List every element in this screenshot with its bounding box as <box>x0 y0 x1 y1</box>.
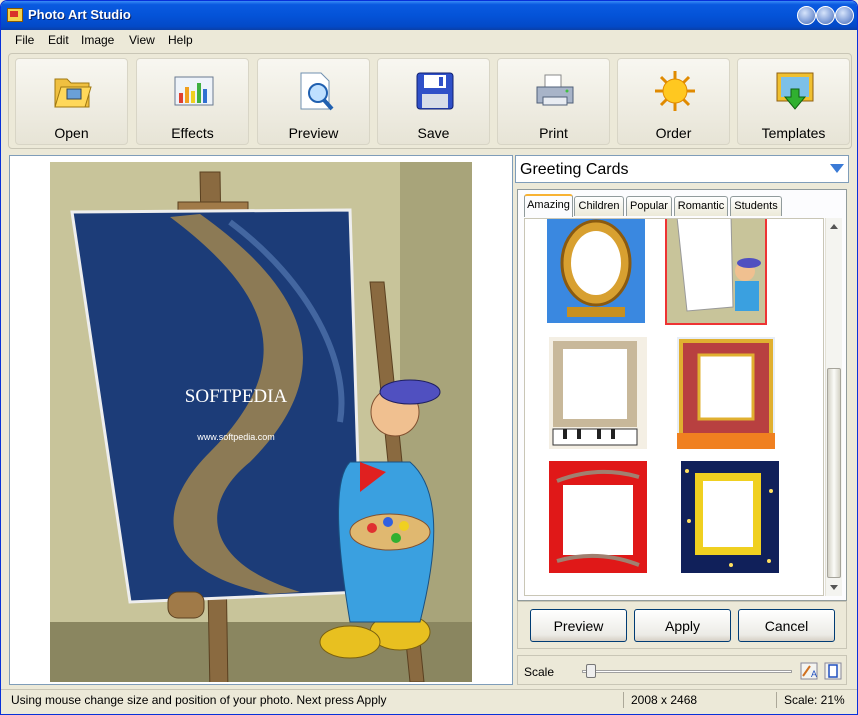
piano-frame-thumbnail <box>549 337 647 449</box>
action-buttons: Preview Apply Cancel <box>517 601 847 649</box>
templates-panel: Greeting Cards Amazing Children Popular … <box>515 155 851 687</box>
order-label: Order <box>655 125 692 141</box>
scale-slider-track[interactable] <box>582 670 792 673</box>
order-button[interactable]: Order <box>617 58 730 145</box>
photo-composition[interactable]: SOFTPEDIA www.softpedia.com <box>50 162 472 682</box>
preview-toolbar-button[interactable]: Preview <box>257 58 370 145</box>
maximize-button[interactable] <box>816 6 835 25</box>
template-thumbnail[interactable] <box>547 219 645 323</box>
template-thumbnail[interactable] <box>677 337 775 449</box>
save-button[interactable]: Save <box>377 58 490 145</box>
tab-popular[interactable]: Popular <box>626 196 672 216</box>
templates-label: Templates <box>761 125 826 141</box>
menu-image[interactable]: Image <box>81 33 114 47</box>
title-bar[interactable]: Photo Art Studio <box>1 1 857 30</box>
main-toolbar: Open Effects Preview Save Print Order Te… <box>8 53 852 149</box>
menu-view[interactable]: View <box>129 33 155 47</box>
tab-romantic[interactable]: Romantic <box>674 196 728 216</box>
template-thumbnail[interactable] <box>549 337 647 449</box>
app-window: Photo Art Studio File Edit Image View He… <box>0 0 858 715</box>
starry-night-frame-thumbnail <box>681 461 779 573</box>
fit-page-icon[interactable] <box>824 662 842 680</box>
close-button[interactable] <box>835 6 854 25</box>
template-thumbnail-selected[interactable] <box>665 219 767 325</box>
tab-amazing[interactable]: Amazing <box>524 194 573 217</box>
minimize-button[interactable] <box>797 6 816 25</box>
folder-open-icon <box>54 78 92 108</box>
status-bar: Using mouse change size and position of … <box>1 689 857 714</box>
scale-control: Scale A <box>517 655 847 685</box>
status-divider <box>623 692 624 708</box>
red-chain-frame-thumbnail <box>549 461 647 573</box>
tab-children[interactable]: Children <box>574 196 624 216</box>
open-button[interactable]: Open <box>15 58 128 145</box>
menu-help[interactable]: Help <box>168 33 193 47</box>
effects-button[interactable]: Effects <box>136 58 249 145</box>
open-label: Open <box>54 125 89 141</box>
magnifier-icon <box>300 72 334 111</box>
status-scale: Scale: 21% <box>784 693 845 707</box>
canvas-watermark: SOFTPEDIA <box>185 386 288 407</box>
app-icon <box>7 8 23 22</box>
category-dropdown[interactable]: Greeting Cards <box>515 155 849 183</box>
floppy-disk-icon <box>416 72 454 110</box>
menu-bar: File Edit Image View Help <box>1 30 857 50</box>
window-title: Photo Art Studio <box>28 7 131 22</box>
status-divider <box>776 692 777 708</box>
scroll-down-icon[interactable] <box>830 585 838 590</box>
effects-icon <box>174 76 214 106</box>
menu-edit[interactable]: Edit <box>48 33 69 47</box>
save-label: Save <box>417 125 450 141</box>
print-label: Print <box>539 125 568 141</box>
auto-fit-icon[interactable]: A <box>800 662 818 680</box>
template-scrollbar[interactable] <box>825 218 842 596</box>
effects-label: Effects <box>171 125 214 141</box>
cancel-button[interactable]: Cancel <box>738 609 835 642</box>
template-thumbnail[interactable] <box>681 461 779 573</box>
print-button[interactable]: Print <box>497 58 610 145</box>
templates-icon <box>776 72 814 110</box>
sun-icon <box>655 71 695 111</box>
chevron-down-icon[interactable] <box>830 164 844 173</box>
canvas-url: www.softpedia.com <box>196 432 275 442</box>
menu-file[interactable]: File <box>15 33 34 47</box>
scale-slider-knob[interactable] <box>586 664 596 678</box>
template-tabs: Amazing Children Popular Romantic Studen… <box>517 189 847 601</box>
scale-label: Scale <box>524 665 555 679</box>
printer-icon <box>536 74 574 106</box>
apply-button[interactable]: Apply <box>634 609 731 642</box>
template-grid <box>524 218 824 596</box>
ornate-red-frame-thumbnail <box>677 337 775 449</box>
templates-button[interactable]: Templates <box>737 58 850 145</box>
category-value: Greeting Cards <box>520 161 629 178</box>
scroll-up-icon[interactable] <box>830 224 838 229</box>
svg-text:A: A <box>811 669 817 679</box>
preview-button[interactable]: Preview <box>530 609 627 642</box>
easel-painter-thumbnail <box>667 219 765 323</box>
scroll-thumb[interactable] <box>827 368 841 578</box>
status-dimensions: 2008 x 2468 <box>631 693 698 707</box>
tab-students[interactable]: Students <box>730 196 782 216</box>
photo-canvas[interactable]: SOFTPEDIA www.softpedia.com <box>9 155 513 685</box>
preview-toolbar-label: Preview <box>288 125 339 141</box>
status-message: Using mouse change size and position of … <box>11 693 387 707</box>
oval-gold-frame-thumbnail <box>547 219 645 323</box>
template-thumbnail[interactable] <box>549 461 647 573</box>
